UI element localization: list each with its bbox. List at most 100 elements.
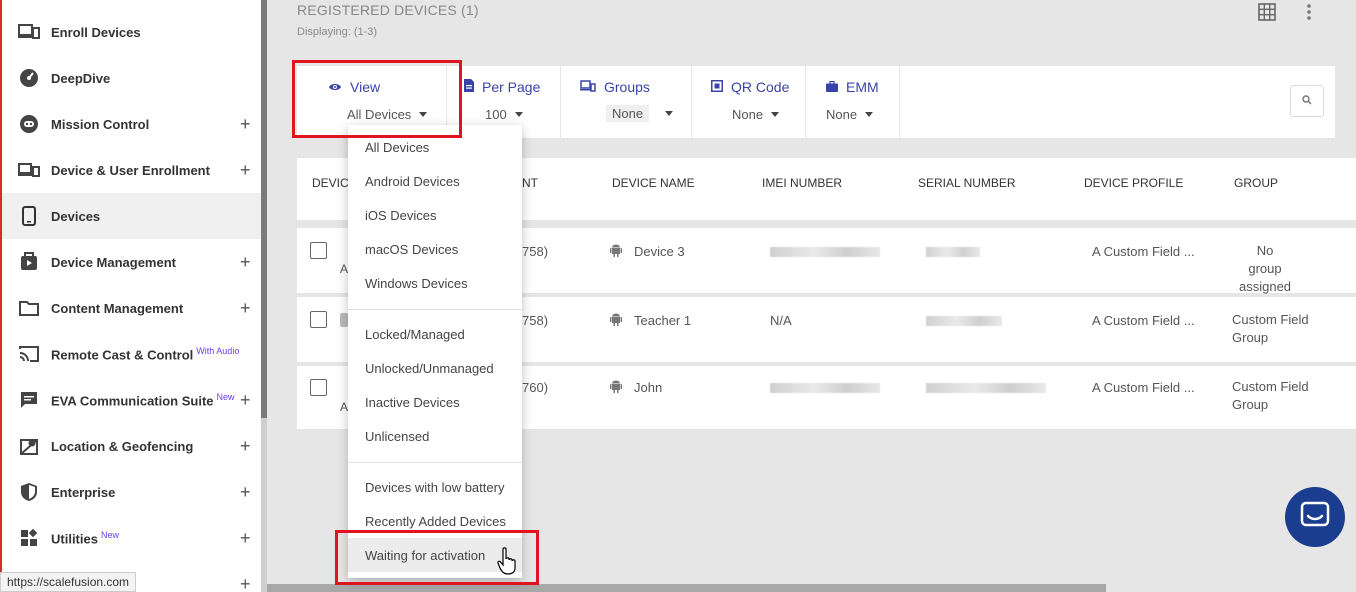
sidebar-item-mission-control[interactable]: Mission Control + xyxy=(2,101,263,147)
emm-label: EMM xyxy=(846,79,879,95)
row-group: Custom Field Group xyxy=(1232,312,1309,345)
sidebar-scrollbar[interactable] xyxy=(261,0,267,592)
document-icon xyxy=(464,79,474,95)
hand-cursor-icon xyxy=(497,547,519,575)
row-checkbox[interactable] xyxy=(310,242,327,259)
horizontal-scrollbar[interactable] xyxy=(267,584,1106,592)
per-page-header[interactable]: Per Page xyxy=(464,79,540,95)
qr-code-icon xyxy=(711,79,723,95)
sidebar-item-label: Mission Control xyxy=(51,116,150,132)
row-device-name[interactable]: John xyxy=(634,380,662,395)
sidebar: Enroll Devices DeepDive Mission Control … xyxy=(0,0,267,592)
caret-down-icon xyxy=(771,112,780,117)
column-header-device-name[interactable]: DEVICE NAME xyxy=(612,176,695,190)
column-header-device-profile[interactable]: DEVICE PROFILE xyxy=(1084,176,1183,190)
qr-code-select[interactable]: None xyxy=(732,107,780,122)
menu-item-inactive-devices[interactable]: Inactive Devices xyxy=(348,385,522,419)
sidebar-item-device-management[interactable]: Device Management + xyxy=(2,239,263,285)
expand-plus-icon[interactable]: + xyxy=(240,574,251,592)
expand-plus-icon[interactable]: + xyxy=(240,160,251,181)
menu-item-windows-devices[interactable]: Windows Devices xyxy=(348,266,522,300)
menu-divider xyxy=(348,309,522,310)
menu-item-unlocked-unmanaged[interactable]: Unlocked/Unmanaged xyxy=(348,351,522,385)
sidebar-item-utilities[interactable]: Utilities New + xyxy=(2,515,263,561)
row-checkbox[interactable] xyxy=(310,379,327,396)
emm-header[interactable]: EMM xyxy=(826,79,879,95)
devices-icon xyxy=(580,79,596,95)
menu-item-low-battery[interactable]: Devices with low battery xyxy=(348,470,522,504)
redacted-serial xyxy=(926,247,980,257)
sidebar-item-devices[interactable]: Devices xyxy=(2,193,263,239)
badge-with-audio: With Audio xyxy=(196,345,240,356)
per-page-value: 100 xyxy=(485,107,507,122)
expand-plus-icon[interactable]: + xyxy=(240,298,251,319)
sidebar-item-label: Content Management xyxy=(51,300,184,316)
expand-plus-icon[interactable]: + xyxy=(240,528,251,549)
expand-plus-icon[interactable]: + xyxy=(240,114,251,135)
sidebar-item-location-geofencing[interactable]: Location & Geofencing + xyxy=(2,423,263,469)
sidebar-item-deepdive[interactable]: DeepDive xyxy=(2,55,263,101)
android-icon xyxy=(610,380,622,393)
sidebar-item-device-user-enrollment[interactable]: Device & User Enrollment + xyxy=(2,147,263,193)
sidebar-item-content-management[interactable]: Content Management + xyxy=(2,285,263,331)
menu-item-android-devices[interactable]: Android Devices xyxy=(348,164,522,198)
expand-plus-icon[interactable]: + xyxy=(240,390,251,411)
sidebar-item-label: DeepDive xyxy=(51,70,111,86)
qr-code-filter[interactable]: QR Code None xyxy=(692,66,806,138)
expand-plus-icon[interactable]: + xyxy=(240,436,251,457)
badge-new: New xyxy=(100,529,119,540)
redacted-imei xyxy=(770,383,880,393)
column-header-group[interactable]: GROUP xyxy=(1234,176,1278,190)
shield-icon xyxy=(18,481,40,503)
folder-icon xyxy=(18,297,40,319)
caret-down-icon xyxy=(665,111,674,116)
expand-plus-icon[interactable]: + xyxy=(240,482,251,503)
row-checkbox[interactable] xyxy=(310,311,327,328)
per-page-label: Per Page xyxy=(482,79,541,95)
sidebar-item-enterprise[interactable]: Enterprise + xyxy=(2,469,263,515)
support-chat-button[interactable] xyxy=(1285,487,1345,547)
column-header-imei[interactable]: IMEI NUMBER xyxy=(762,176,842,190)
column-header-account[interactable]: NT xyxy=(522,176,538,190)
row-account: 758) xyxy=(522,244,549,259)
menu-item-ios-devices[interactable]: iOS Devices xyxy=(348,198,522,232)
chat-icon xyxy=(18,389,40,411)
redacted-serial xyxy=(926,316,1002,326)
expand-plus-icon[interactable]: + xyxy=(240,252,251,273)
caret-down-icon xyxy=(514,112,523,117)
qr-code-header[interactable]: QR Code xyxy=(711,79,789,95)
qr-code-value: None xyxy=(732,107,764,122)
status-url-tooltip: https://scalefusion.com xyxy=(0,572,137,592)
sidebar-item-enroll-devices[interactable]: Enroll Devices xyxy=(2,9,263,55)
redacted-serial xyxy=(926,383,1046,393)
row-device-name[interactable]: Teacher 1 xyxy=(634,313,691,328)
groups-header[interactable]: Groups xyxy=(580,79,650,95)
mission-control-icon xyxy=(18,113,40,135)
android-icon xyxy=(610,244,622,257)
android-icon xyxy=(610,313,622,326)
sidebar-item-eva-communication[interactable]: EVA Communication Suite New + xyxy=(2,377,263,423)
sidebar-item-remote-cast[interactable]: Remote Cast & Control With Audio xyxy=(2,331,263,377)
emm-filter[interactable]: EMM None xyxy=(806,66,900,138)
search-button[interactable] xyxy=(1290,85,1324,117)
per-page-select[interactable]: 100 xyxy=(485,107,523,122)
sidebar-item-label: Enterprise xyxy=(51,484,116,500)
sidebar-item-label: Devices xyxy=(51,208,101,224)
menu-item-macos-devices[interactable]: macOS Devices xyxy=(348,232,522,266)
groups-value: None xyxy=(606,105,650,122)
caret-down-icon xyxy=(865,112,874,117)
sidebar-item-label: Device Management xyxy=(51,254,176,270)
page-title: REGISTERED DEVICES (1) xyxy=(297,2,479,18)
more-options-icon[interactable] xyxy=(1302,3,1316,21)
menu-item-locked-managed[interactable]: Locked/Managed xyxy=(348,317,522,351)
groups-filter[interactable]: Groups None xyxy=(561,66,692,138)
devices-icon xyxy=(18,159,40,181)
groups-select[interactable]: None xyxy=(606,105,674,122)
phone-icon xyxy=(18,205,40,227)
column-header-serial[interactable]: SERIAL NUMBER xyxy=(918,176,1016,190)
sidebar-scrollbar-thumb[interactable] xyxy=(261,0,267,418)
row-device-name[interactable]: Device 3 xyxy=(634,244,685,259)
emm-select[interactable]: None xyxy=(826,107,874,122)
grid-view-icon[interactable] xyxy=(1258,3,1276,21)
menu-item-unlicensed[interactable]: Unlicensed xyxy=(348,419,522,453)
